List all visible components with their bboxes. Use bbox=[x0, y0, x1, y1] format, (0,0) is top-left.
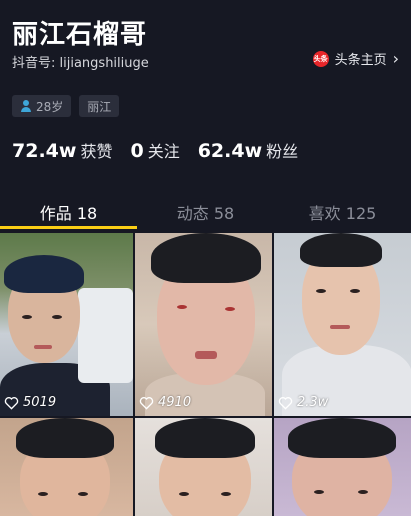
stat-label: 获赞 bbox=[80, 142, 113, 161]
heart-icon bbox=[139, 396, 154, 410]
thumbnail-hair bbox=[151, 233, 261, 283]
profile-header: 丽江石榴哥 抖音号: lijiangshiliuge 头条 头条主页 › 28岁… bbox=[0, 0, 411, 195]
toutiao-logo-icon: 头条 bbox=[312, 50, 329, 67]
thumbnail-eye bbox=[179, 492, 189, 496]
thumbnail-eye bbox=[314, 490, 324, 494]
video-like-count: 2.3w bbox=[278, 395, 328, 410]
like-count: 5019 bbox=[23, 395, 57, 410]
douyin-id: 抖音号: lijiangshiliuge bbox=[12, 56, 149, 71]
age-tag: 28岁 bbox=[12, 95, 72, 117]
video-thumbnail[interactable]: 5019 bbox=[0, 233, 133, 416]
tab-likes[interactable]: 喜欢 125 bbox=[274, 195, 411, 233]
thumbnail-hair bbox=[300, 233, 382, 267]
video-thumbnail[interactable]: 4910 bbox=[135, 233, 272, 416]
thumbnail-hair bbox=[155, 418, 255, 458]
video-grid: 5019 4910 2.3w bbox=[0, 233, 411, 516]
video-like-count: 5019 bbox=[4, 395, 56, 410]
thumbnail-hair bbox=[16, 418, 114, 458]
toutiao-link-label: 头条主页 bbox=[334, 53, 387, 68]
profile-stats: 72.4w 获赞 0 关注 62.4w 粉丝 bbox=[12, 138, 298, 162]
location-tag: 丽江 bbox=[79, 95, 120, 117]
thumbnail-eye bbox=[38, 492, 48, 496]
video-thumbnail[interactable] bbox=[0, 418, 133, 516]
stat-value: 62.4w bbox=[197, 140, 263, 162]
thumbnail-mouth bbox=[34, 345, 52, 349]
like-count: 2.3w bbox=[297, 395, 329, 410]
thumbnail-eye bbox=[350, 289, 360, 293]
thumbnail-eye bbox=[177, 305, 187, 309]
video-thumbnail[interactable] bbox=[135, 418, 272, 516]
stat-likes-received[interactable]: 72.4w 获赞 bbox=[12, 138, 112, 162]
stat-value: 72.4w bbox=[12, 140, 77, 162]
tab-posts[interactable]: 动态 58 bbox=[137, 195, 274, 233]
profile-name: 丽江石榴哥 bbox=[12, 20, 148, 50]
chevron-right-icon: › bbox=[392, 48, 399, 68]
thumbnail-background bbox=[78, 288, 133, 383]
person-icon bbox=[20, 100, 32, 112]
stat-label: 粉丝 bbox=[266, 142, 299, 161]
thumbnail-mouth bbox=[330, 325, 350, 329]
thumbnail-hair bbox=[4, 255, 84, 293]
thumbnail-eye bbox=[52, 315, 62, 319]
thumbnail-eye bbox=[22, 315, 32, 319]
thumbnail-eye bbox=[225, 307, 235, 311]
like-count: 4910 bbox=[158, 395, 192, 410]
video-thumbnail[interactable]: 2.3w bbox=[274, 233, 411, 416]
stat-followers[interactable]: 62.4w 粉丝 bbox=[198, 138, 298, 162]
heart-icon bbox=[278, 396, 293, 410]
thumbnail-eye bbox=[316, 289, 326, 293]
video-like-count: 4910 bbox=[139, 395, 191, 410]
thumbnail-eye bbox=[358, 490, 368, 494]
thumbnail-hair bbox=[288, 418, 396, 458]
tab-works[interactable]: 作品 18 bbox=[0, 195, 137, 233]
age-tag-label: 28岁 bbox=[36, 99, 64, 114]
stat-value: 0 bbox=[130, 140, 144, 162]
thumbnail-mouth bbox=[195, 351, 217, 359]
video-thumbnail[interactable] bbox=[274, 418, 411, 516]
profile-tabs: 作品 18 动态 58 喜欢 125 bbox=[0, 195, 411, 233]
stat-following[interactable]: 0 关注 bbox=[130, 138, 179, 162]
thumbnail-eye bbox=[221, 492, 231, 496]
heart-icon bbox=[4, 396, 19, 410]
stat-label: 关注 bbox=[147, 142, 180, 161]
location-tag-label: 丽江 bbox=[87, 99, 112, 114]
profile-tags: 28岁 丽江 bbox=[12, 95, 120, 117]
toutiao-homepage-link[interactable]: 头条 头条主页 › bbox=[312, 48, 399, 68]
thumbnail-eye bbox=[78, 492, 88, 496]
